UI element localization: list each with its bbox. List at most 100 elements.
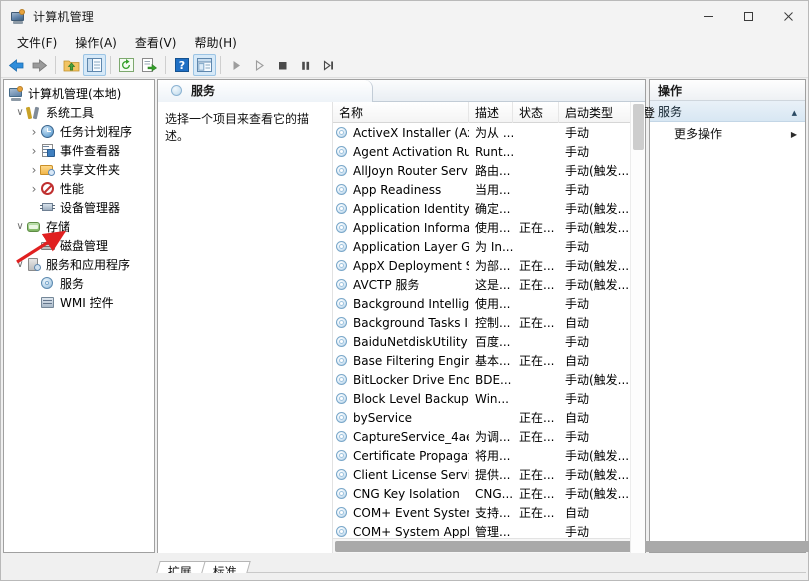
service-gear-icon — [335, 468, 349, 482]
vertical-scrollbar[interactable] — [630, 102, 645, 553]
cell-description: 支持... — [475, 506, 511, 520]
table-row[interactable]: Application Information 使用... 正在... 手动(触发..… — [333, 218, 630, 237]
table-row[interactable]: Background Tasks Infrastru... 控制... 正在... 自… — [333, 313, 630, 332]
table-row[interactable]: BitLocker Drive Encryption ... BDE... 手动(触… — [333, 370, 630, 389]
back-icon[interactable] — [5, 54, 28, 76]
table-row[interactable]: Application Identity确定...手动(触发...本 — [333, 199, 630, 218]
table-row[interactable]: Background Intelligent Tra...使用...手动本 — [333, 294, 630, 313]
chevron-right-icon[interactable] — [28, 141, 40, 160]
chevron-down-icon[interactable] — [14, 217, 26, 236]
tree-item-shared-folders[interactable]: 共享文件夹 — [4, 160, 154, 179]
show-action-pane-icon[interactable] — [193, 54, 216, 76]
column-header-status[interactable]: 状态 — [513, 101, 559, 123]
chevron-right-icon[interactable] — [28, 122, 40, 141]
table-row[interactable]: COM+ Event System支持...正在...自动本 — [333, 503, 630, 522]
resume-service-icon[interactable] — [248, 54, 271, 76]
forward-icon[interactable] — [28, 54, 51, 76]
table-row[interactable]: CaptureService_4aeb7ca为调...正在...手动本 — [333, 427, 630, 446]
table-row[interactable]: BaiduNetdiskUtility百度...手动本 — [333, 332, 630, 351]
tree-item-task-scheduler[interactable]: 任务计划程序 — [4, 122, 154, 141]
restart-service-icon[interactable] — [317, 54, 340, 76]
table-row[interactable]: byService正在...自动本 — [333, 408, 630, 427]
tree-item-services-and-applications[interactable]: 服务和应用程序 — [4, 255, 154, 274]
table-row[interactable]: Block Level Backup Engine ...Win...手动本 — [333, 389, 630, 408]
service-name: BitLocker Drive Encryption ... — [353, 372, 469, 387]
service-gear-icon — [335, 449, 349, 463]
pause-service-icon[interactable] — [294, 54, 317, 76]
minimize-button[interactable] — [688, 1, 728, 32]
cell-status — [513, 522, 559, 538]
cell-description: Win... — [475, 391, 509, 406]
table-row[interactable]: Client License Service (Clip... 提供... 正在..… — [333, 465, 630, 484]
service-gear-icon — [335, 525, 349, 539]
window-controls — [688, 1, 808, 32]
tree-item-services[interactable]: 服务 — [4, 274, 154, 293]
menu-view[interactable]: 查看(V) — [126, 32, 186, 53]
column-header-startup-type[interactable]: 启动类型 — [559, 101, 637, 123]
chevron-right-icon[interactable] — [28, 179, 40, 198]
action-label: 更多操作 — [674, 126, 723, 141]
services-list: 名称 描述 状态 启动类型 登 ActiveX Installer (AxIns… — [333, 101, 809, 553]
cell-name: Application Information — [333, 218, 469, 237]
cell-name: BitLocker Drive Encryption ... — [333, 370, 469, 389]
cell-startup-type: 自动 — [565, 316, 590, 330]
table-row[interactable]: App Readiness当用...手动本 — [333, 180, 630, 199]
table-row[interactable]: Base Filtering Engine基本...正在...自动本 — [333, 351, 630, 370]
cell-name: Background Tasks Infrastru... — [333, 313, 469, 332]
service-name: ActiveX Installer (AxInstSV) — [353, 125, 469, 140]
horizontal-scrollbar-thumb[interactable] — [335, 541, 809, 552]
table-row[interactable]: Application Layer Gateway ...为 In...手动本 — [333, 237, 630, 256]
tree-label: 服务和应用程序 — [46, 258, 131, 272]
table-row[interactable]: AllJoyn Router Service路由...手动(触发...本 — [333, 161, 630, 180]
tree-item-performance[interactable]: 性能 — [4, 179, 154, 198]
table-row[interactable]: AppX Deployment Service ... 为部... 正在... 手动(… — [333, 256, 630, 275]
export-list-icon[interactable] — [138, 54, 161, 76]
table-row[interactable]: Certificate Propagation将用...手动(触发...本 — [333, 446, 630, 465]
stop-service-icon[interactable] — [271, 54, 294, 76]
column-header-description[interactable]: 描述 — [469, 101, 513, 123]
services-list-rows: ActiveX Installer (AxInstSV)为从 ...手动本Age… — [333, 123, 630, 538]
caret-up-icon[interactable] — [792, 104, 797, 118]
chevron-down-icon[interactable] — [14, 103, 26, 122]
cell-status — [513, 142, 559, 161]
tree-item-system-tools[interactable]: 系统工具 — [4, 103, 154, 122]
tree-item-disk-management[interactable]: 磁盘管理 — [4, 236, 154, 255]
tree-label: 设备管理器 — [60, 201, 121, 215]
chevron-down-icon[interactable] — [14, 255, 26, 274]
tree-item-storage[interactable]: 存储 — [4, 217, 154, 236]
table-row[interactable]: Agent Activation Runtime_...Runt...手动本 — [333, 142, 630, 161]
services-icon — [170, 84, 184, 98]
table-row[interactable]: COM+ System Application管理...手动本 — [333, 522, 630, 538]
show-hide-tree-icon[interactable] — [83, 54, 106, 76]
service-name: COM+ System Application — [353, 524, 469, 539]
tree-item-wmi-control[interactable]: WMI 控件 — [4, 293, 154, 312]
vertical-scrollbar-thumb[interactable] — [633, 104, 644, 150]
cell-name: AppX Deployment Service ... — [333, 256, 469, 275]
menu-help[interactable]: 帮助(H) — [185, 32, 245, 53]
tree-item-event-viewer[interactable]: 事件查看器 — [4, 141, 154, 160]
cell-startup-type: 手动 — [565, 183, 590, 197]
service-gear-icon — [335, 335, 349, 349]
menu-action[interactable]: 操作(A) — [66, 32, 126, 53]
tree-item-computer-management-local[interactable]: 计算机管理(本地) — [4, 84, 154, 103]
tree-item-device-manager[interactable]: 设备管理器 — [4, 198, 154, 217]
start-service-icon[interactable] — [225, 54, 248, 76]
service-name: Background Tasks Infrastru... — [353, 315, 469, 330]
service-gear-icon — [335, 126, 349, 140]
horizontal-scrollbar[interactable] — [333, 538, 809, 553]
refresh-icon[interactable] — [115, 54, 138, 76]
actions-group-services[interactable]: 服务 — [650, 101, 805, 122]
maximize-button[interactable] — [728, 1, 768, 32]
service-gear-icon — [335, 392, 349, 406]
cell-status: 正在... — [519, 468, 555, 482]
menu-file[interactable]: 文件(F) — [8, 32, 66, 53]
chevron-right-icon[interactable] — [28, 160, 40, 179]
action-more-actions[interactable]: 更多操作 — [650, 122, 805, 144]
help-icon[interactable]: ? — [170, 54, 193, 76]
table-row[interactable]: ActiveX Installer (AxInstSV)为从 ...手动本 — [333, 123, 630, 142]
close-button[interactable] — [768, 1, 808, 32]
table-row[interactable]: AVCTP 服务这是...正在...手动(触发...本 — [333, 275, 630, 294]
up-folder-icon[interactable] — [60, 54, 83, 76]
column-header-name[interactable]: 名称 — [333, 101, 469, 123]
table-row[interactable]: CNG Key IsolationCNG...正在...手动(触发...本 — [333, 484, 630, 503]
